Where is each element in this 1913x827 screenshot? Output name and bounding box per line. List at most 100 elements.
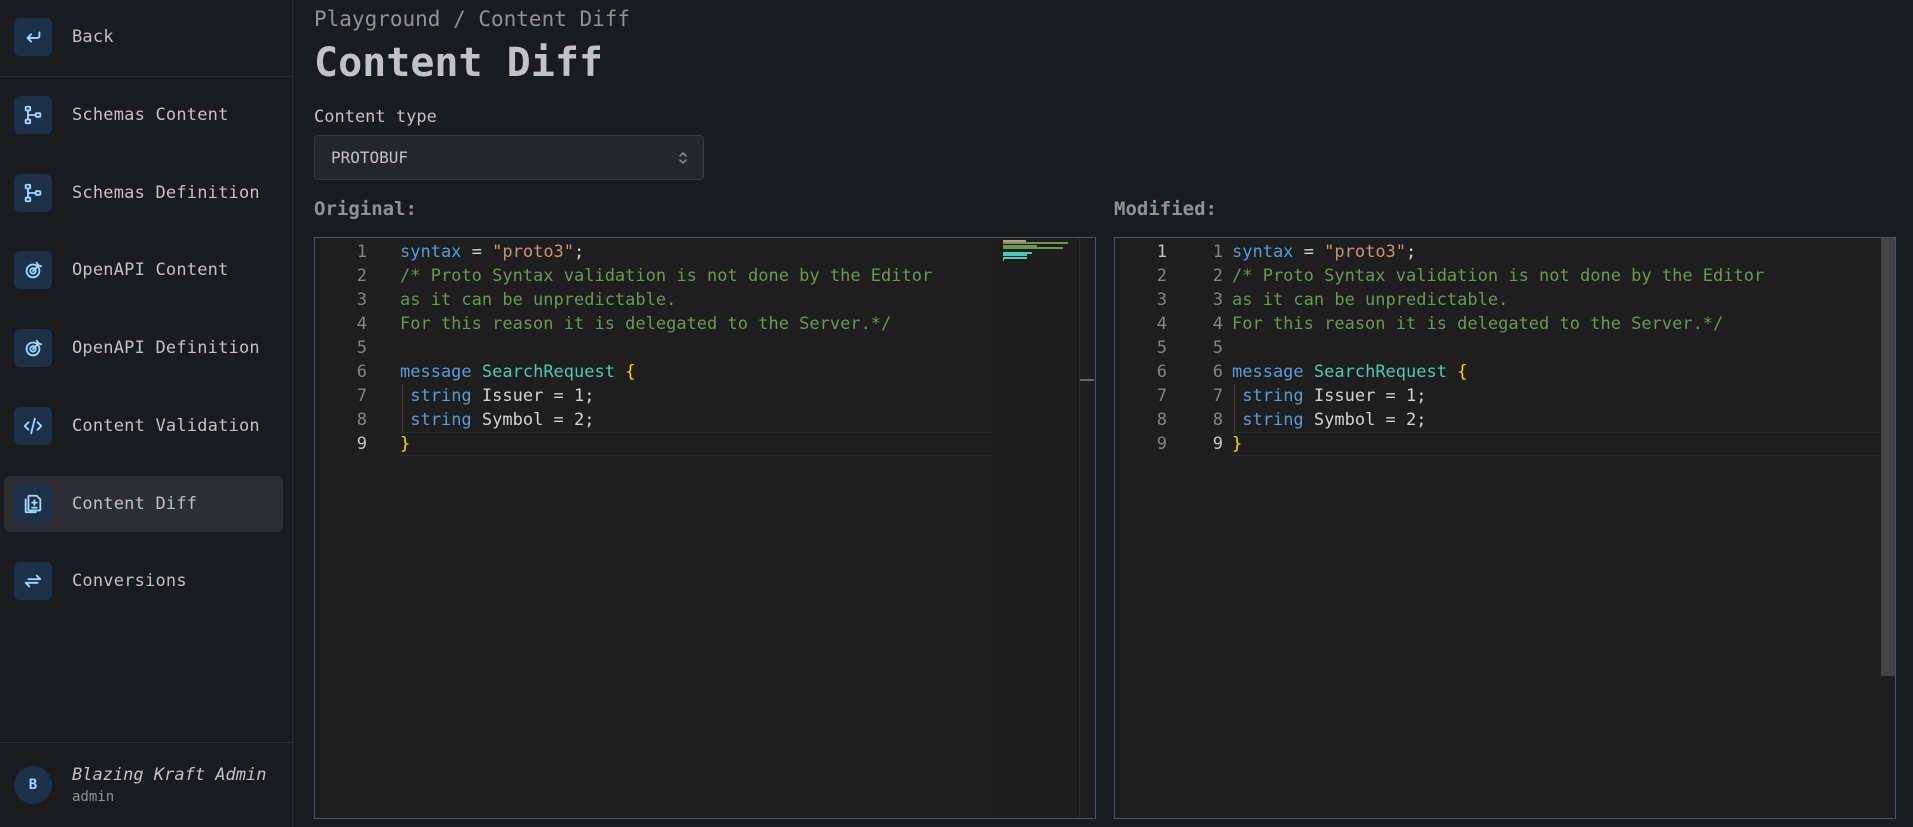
code-icon [14, 407, 52, 445]
code-line: 6 message SearchRequest { [315, 360, 1095, 384]
minimap[interactable] [993, 238, 1075, 818]
sidebar-item-label: OpenAPI Content [72, 260, 229, 280]
code-line: 9} [315, 432, 1095, 456]
line-number: 8 [356, 410, 367, 430]
breadcrumb: Playground / Content Diff [314, 7, 631, 31]
overview-ruler[interactable] [1079, 238, 1094, 818]
line-number: 5 [1212, 338, 1223, 358]
original-label: Original: [314, 198, 417, 220]
line-number: 4 [1156, 314, 1167, 334]
code-text: /* Proto Syntax validation is not done b… [400, 266, 933, 286]
code-text: message SearchRequest { [1232, 362, 1468, 382]
line-number: 2 [356, 266, 367, 286]
back-label: Back [72, 27, 114, 47]
line-number: 5 [356, 338, 367, 358]
code-line: 3 3 as it can be unpredictable. [1115, 288, 1895, 312]
code-text: string Issuer = 1; [410, 386, 595, 406]
sidebar-item-label: Content Diff [72, 494, 198, 514]
schema-icon [14, 174, 52, 212]
code-line: 8 string Symbol = 2; [315, 408, 1095, 432]
original-editor[interactable]: 1 syntax = "proto3"; 2 /* Proto Syntax vali… [314, 237, 1096, 819]
code-line: 6 6 message SearchRequest { [1115, 360, 1895, 384]
code-text: string Symbol = 2; [410, 410, 595, 430]
line-number: 3 [1156, 290, 1167, 310]
user-role: admin [72, 789, 115, 805]
sidebar-item-openapi-content[interactable]: OpenAPI Content [4, 242, 283, 298]
arrows-exchange-icon [14, 562, 52, 600]
line-number: 6 [1156, 362, 1167, 382]
sidebar-item-content-validation[interactable]: Content Validation [4, 398, 283, 454]
openapi-icon [14, 329, 52, 367]
avatar: B [14, 766, 52, 804]
sidebar-item-schemas-definition[interactable]: Schemas Definition [4, 165, 283, 221]
line-number: 1 [1212, 242, 1223, 262]
line-number: 8 [1212, 410, 1223, 430]
line-number: 9 [356, 434, 367, 454]
code-line: 5 [315, 336, 1095, 360]
line-number: 7 [356, 386, 367, 406]
content-type-label: Content type [314, 107, 437, 127]
modified-editor[interactable]: 1 1 syntax = "proto3"; 2 2 /* Proto Syntax va… [1114, 237, 1896, 819]
line-number: 8 [1156, 410, 1167, 430]
code-text: string Symbol = 2; [1242, 410, 1427, 430]
line-number: 5 [1156, 338, 1167, 358]
code-line: 1 syntax = "proto3"; [315, 240, 1095, 264]
code-line: 55 [1115, 336, 1895, 360]
code-text: } [400, 434, 411, 454]
code-line: 7 7 string Issuer = 1; [1115, 384, 1895, 408]
code-text: } [1232, 434, 1243, 454]
code-line: 2 /* Proto Syntax validation is not done … [315, 264, 1095, 288]
code-line: 4 4 For this reason it is delegated to the… [1115, 312, 1895, 336]
code-text: as it can be unpredictable. [1232, 290, 1509, 310]
modified-label: Modified: [1114, 198, 1217, 220]
code-text: syntax = "proto3"; [400, 242, 585, 262]
code-line: 4 For this reason it is delegated to the … [315, 312, 1095, 336]
minimap-row [1003, 247, 1063, 250]
user-profile[interactable]: B Blazing Kraft Admin admin [0, 743, 292, 827]
sidebar-item-label: Schemas Definition [72, 183, 260, 203]
code-line: 9 9} [1115, 432, 1895, 456]
line-number: 7 [1156, 386, 1167, 406]
code-text: string Issuer = 1; [1242, 386, 1427, 406]
line-number: 2 [1156, 266, 1167, 286]
line-number: 4 [1212, 314, 1223, 334]
sidebar: Back Schemas Content Schemas Definition Op… [0, 0, 293, 827]
code-line: 2 2 /* Proto Syntax validation is not done… [1115, 264, 1895, 288]
line-number: 9 [1212, 434, 1223, 454]
line-number: 1 [356, 242, 367, 262]
code-line: 1 1 syntax = "proto3"; [1115, 240, 1895, 264]
code-line: 8 8 string Symbol = 2; [1115, 408, 1895, 432]
cursor-marker [1080, 379, 1094, 381]
sidebar-item-openapi-definition[interactable]: OpenAPI Definition [4, 320, 283, 376]
code-text: syntax = "proto3"; [1232, 242, 1417, 262]
line-number: 1 [1156, 242, 1167, 262]
line-number: 2 [1212, 266, 1223, 286]
user-name: Blazing Kraft Admin [72, 765, 267, 785]
line-number: 6 [356, 362, 367, 382]
line-number: 3 [356, 290, 367, 310]
chevron-selector-icon [679, 151, 687, 164]
minimap-row [1003, 259, 1005, 262]
minimap-row [1003, 256, 1027, 259]
sidebar-item-label: Schemas Content [72, 105, 229, 125]
back-button[interactable]: Back [4, 9, 283, 65]
content-type-select[interactable]: PROTOBUF [314, 135, 704, 180]
page-title: Content Diff [314, 40, 603, 86]
sidebar-item-schemas-content[interactable]: Schemas Content [4, 87, 283, 143]
code-text: For this reason it is delegated to the S… [400, 314, 892, 334]
sidebar-item-content-diff[interactable]: Content Diff [4, 476, 283, 532]
code-line: 3 as it can be unpredictable. [315, 288, 1095, 312]
vertical-scrollbar[interactable] [1881, 238, 1895, 676]
line-number: 4 [356, 314, 367, 334]
code-text: message SearchRequest { [400, 362, 636, 382]
indent-guide [402, 384, 403, 432]
sidebar-item-label: Content Validation [72, 416, 260, 436]
sidebar-item-label: OpenAPI Definition [72, 338, 260, 358]
code-text: For this reason it is delegated to the S… [1232, 314, 1724, 334]
file-diff-icon [14, 485, 52, 523]
line-number: 9 [1156, 434, 1167, 454]
sidebar-item-conversions[interactable]: Conversions [4, 553, 283, 609]
sidebar-divider [0, 76, 292, 77]
code-text: /* Proto Syntax validation is not done b… [1232, 266, 1765, 286]
schema-icon [14, 96, 52, 134]
